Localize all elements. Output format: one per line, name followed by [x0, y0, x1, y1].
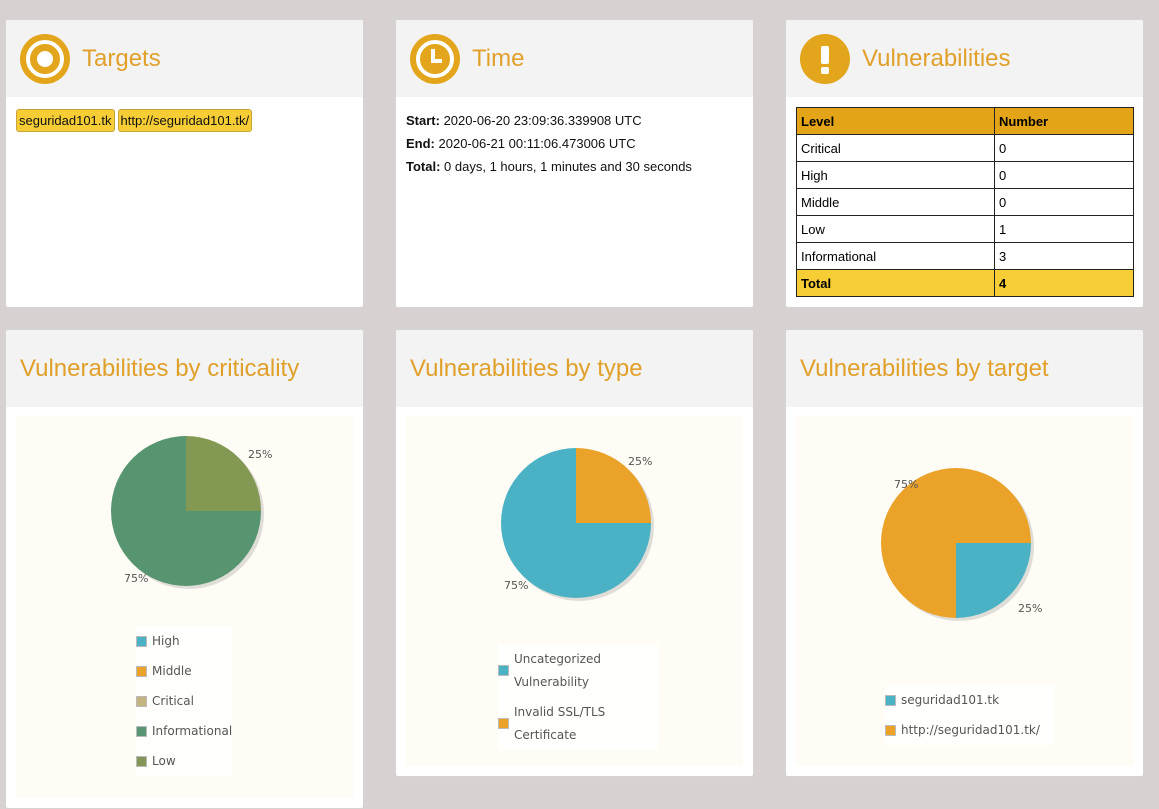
- level-cell: High: [796, 161, 995, 189]
- legend-label-line: Vulnerability: [514, 674, 590, 689]
- targets-header: Targets: [6, 20, 363, 97]
- legend-swatch: [885, 724, 896, 736]
- criticality-chart-area: 25% 75% High Middle Critical Informationa…: [16, 416, 353, 798]
- legend-item: Critical: [136, 686, 232, 716]
- legend-label: High: [152, 634, 180, 648]
- number-cell: 3: [994, 242, 1134, 270]
- legend-label: Critical: [152, 694, 194, 708]
- table-row: High 0: [796, 161, 1134, 189]
- number-cell: 1: [994, 215, 1134, 243]
- table-total-row: Total 4: [796, 269, 1134, 297]
- target-chart-area: 25% 75% seguridad101.tk http://seguridad1…: [796, 416, 1133, 766]
- legend-item: Uncategorized Vulnerability: [498, 644, 658, 697]
- table-row: Low 1: [796, 215, 1134, 243]
- target-tag[interactable]: http://seguridad101.tk/: [117, 109, 253, 132]
- legend-swatch: [885, 694, 896, 706]
- pie-slice-label: 25%: [248, 448, 272, 461]
- target-pie-chart: 25% 75%: [881, 468, 1042, 621]
- time-title: Time: [472, 44, 525, 72]
- vulnerabilities-card: Vulnerabilities Level Number Critical 0 H…: [785, 19, 1144, 308]
- legend-item: Middle: [136, 656, 232, 686]
- table-row: Informational 3: [796, 242, 1134, 270]
- start-value: 2020-06-20 23:09:36.339908 UTC: [443, 113, 642, 128]
- legend-item: seguridad101.tk: [885, 685, 1055, 715]
- target-chart-title: Vulnerabilities by target: [800, 354, 1049, 382]
- legend-label-line: Uncategorized: [514, 651, 601, 666]
- type-pie-chart: 25% 75%: [501, 448, 654, 601]
- legend-label: seguridad101.tk: [901, 693, 1000, 707]
- type-chart-card: Vulnerabilities by type 25% 75% Uncategor…: [395, 329, 754, 777]
- pie-slice-label: 25%: [628, 455, 652, 468]
- legend-label-line: Invalid SSL/TLS: [514, 704, 606, 719]
- time-header: Time: [396, 20, 753, 97]
- vulnerabilities-header: Vulnerabilities: [786, 20, 1143, 97]
- number-cell: 0: [994, 134, 1134, 162]
- time-card: Time Start: 2020-06-20 23:09:36.339908 U…: [395, 19, 754, 308]
- pie-slice-label: 25%: [1018, 602, 1042, 615]
- level-cell: Informational: [796, 242, 995, 270]
- legend-item: Invalid SSL/TLS Certificate: [498, 697, 658, 750]
- criticality-legend: High Middle Critical Informational Low: [136, 626, 232, 776]
- type-chart-title: Vulnerabilities by type: [410, 354, 643, 382]
- vulnerabilities-title: Vulnerabilities: [862, 44, 1011, 72]
- legend-label: Low: [152, 754, 176, 768]
- level-cell: Middle: [796, 188, 995, 216]
- legend-label-line: Certificate: [514, 727, 577, 742]
- legend-label: http://seguridad101.tk/: [901, 723, 1040, 737]
- legend-swatch: [136, 755, 147, 767]
- total-level-cell: Total: [796, 269, 995, 297]
- legend-swatch: [136, 665, 147, 677]
- legend-swatch: [498, 665, 509, 676]
- number-cell: 0: [994, 188, 1134, 216]
- type-chart-area: 25% 75% Uncategorized Vulnerability Invali…: [406, 416, 743, 766]
- type-chart-header: Vulnerabilities by type: [396, 330, 753, 407]
- legend-label: Middle: [152, 664, 192, 678]
- criticality-chart-header: Vulnerabilities by criticality: [6, 330, 363, 407]
- legend-label: Uncategorized Vulnerability: [514, 648, 601, 694]
- target-chart-header: Vulnerabilities by target: [786, 330, 1143, 407]
- criticality-chart-title: Vulnerabilities by criticality: [20, 354, 300, 382]
- total-label: Total:: [406, 159, 441, 174]
- number-cell: 0: [994, 161, 1134, 189]
- targets-title: Targets: [82, 44, 161, 72]
- legend-swatch: [136, 725, 147, 737]
- table-row: Critical 0: [796, 134, 1134, 162]
- legend-swatch: [136, 635, 147, 647]
- vulnerabilities-table: Level Number Critical 0 High 0 Middle 0 Low…: [796, 107, 1134, 297]
- target-tag[interactable]: seguridad101.tk: [16, 109, 115, 132]
- time-details: Start: 2020-06-20 23:09:36.339908 UTC En…: [396, 97, 753, 190]
- legend-label: Invalid SSL/TLS Certificate: [514, 701, 605, 747]
- target-legend: seguridad101.tk http://seguridad101.tk/: [885, 685, 1055, 745]
- target-icon: [20, 33, 70, 84]
- legend-label: Informational: [152, 724, 233, 738]
- table-row: Middle 0: [796, 188, 1134, 216]
- legend-swatch: [498, 718, 509, 729]
- pie-slice-label: 75%: [504, 579, 528, 592]
- total-number-cell: 4: [994, 269, 1134, 297]
- level-cell: Low: [796, 215, 995, 243]
- legend-swatch: [136, 695, 147, 707]
- legend-item: Low: [136, 746, 232, 776]
- type-legend: Uncategorized Vulnerability Invalid SSL/T…: [498, 644, 658, 750]
- total-value: 0 days, 1 hours, 1 minutes and 30 second…: [444, 159, 692, 174]
- end-label: End:: [406, 136, 435, 151]
- targets-list: seguridad101.tk http://seguridad101.tk/: [6, 97, 363, 144]
- number-header: Number: [994, 107, 1134, 135]
- level-header: Level: [796, 107, 995, 135]
- pie-slice-label: 75%: [124, 572, 148, 585]
- target-chart-card: Vulnerabilities by target 25% 75% segurid…: [785, 329, 1144, 777]
- level-cell: Critical: [796, 134, 995, 162]
- exclamation-icon: [800, 33, 850, 84]
- clock-icon: [410, 33, 460, 84]
- legend-item: Informational: [136, 716, 232, 746]
- start-label: Start:: [406, 113, 440, 128]
- legend-item: http://seguridad101.tk/: [885, 715, 1055, 745]
- legend-item: High: [136, 626, 232, 656]
- criticality-chart-card: Vulnerabilities by criticality 25% 75% Hi…: [5, 329, 364, 809]
- targets-card: Targets seguridad101.tk http://seguridad…: [5, 19, 364, 308]
- table-header-row: Level Number: [796, 107, 1134, 135]
- criticality-pie-chart: 25% 75%: [111, 436, 272, 589]
- pie-slice-label: 75%: [894, 478, 918, 491]
- end-value: 2020-06-21 00:11:06.473006 UTC: [438, 136, 636, 151]
